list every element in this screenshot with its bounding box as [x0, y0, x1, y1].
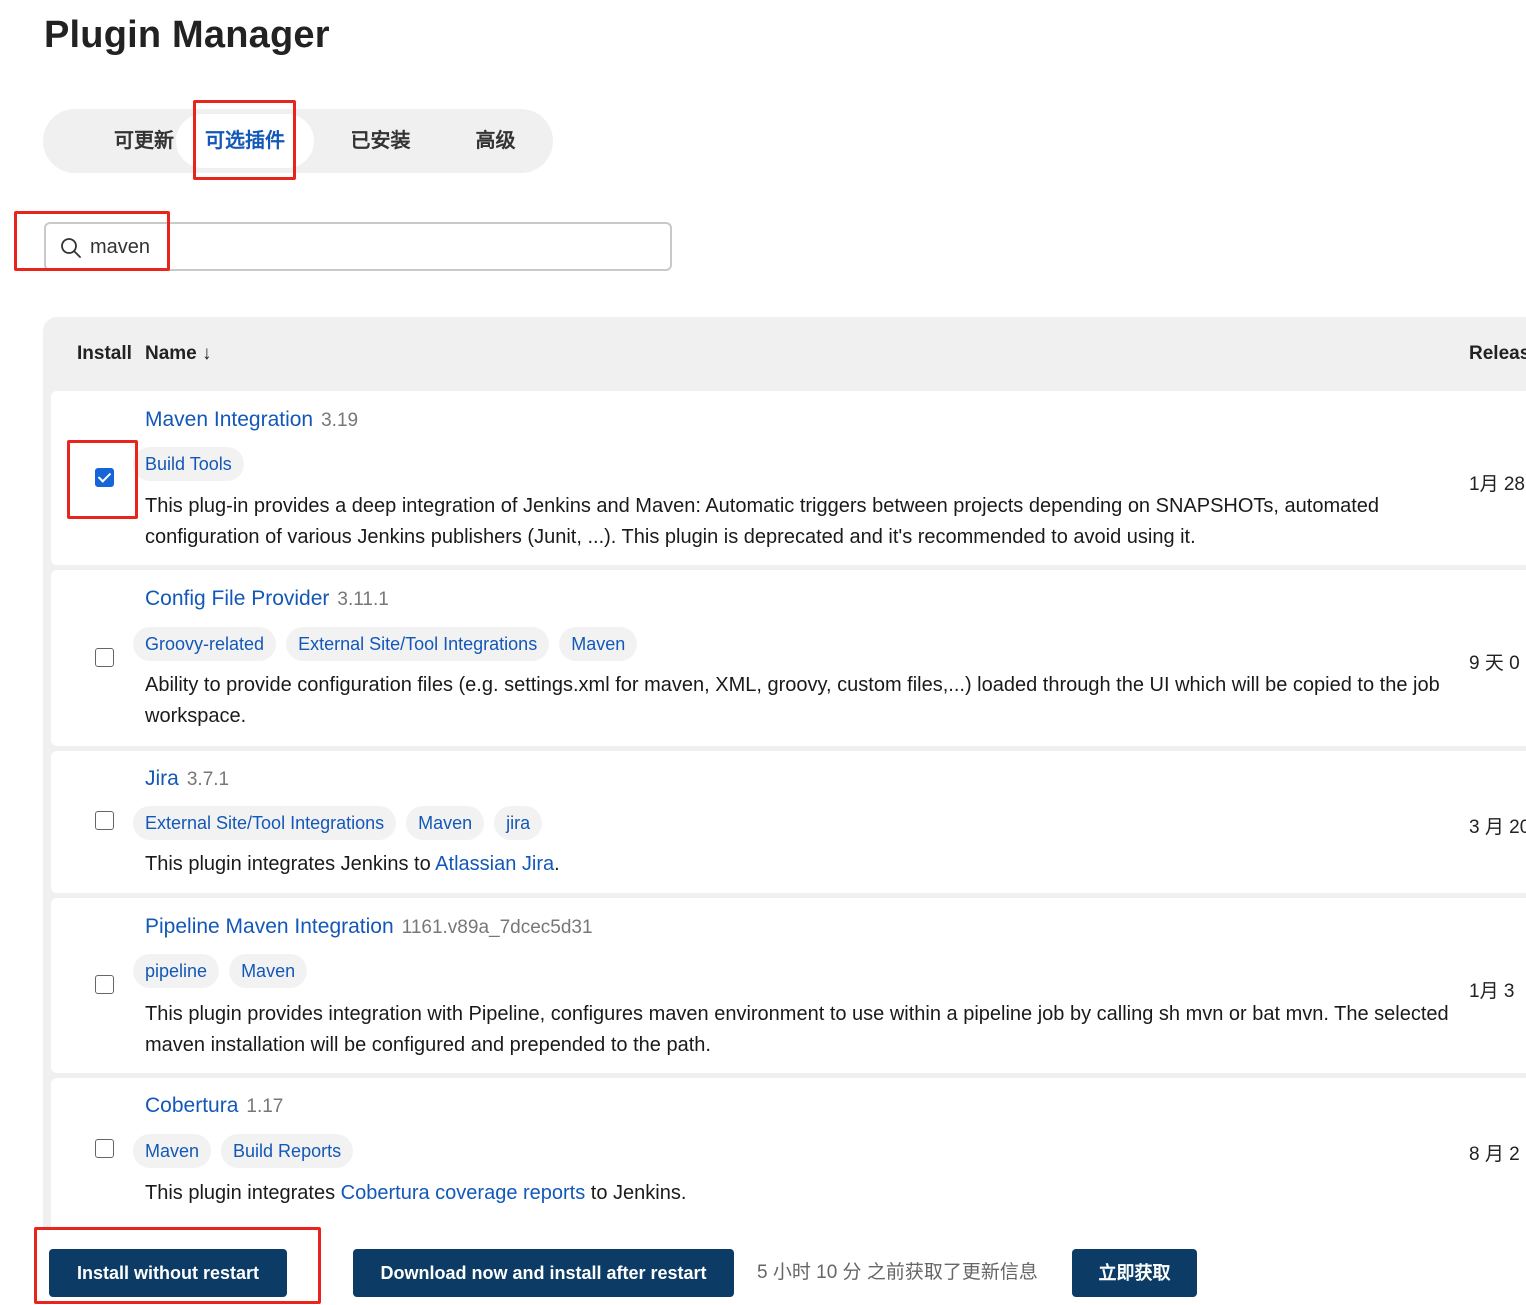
- tag-maven[interactable]: Maven: [406, 806, 485, 840]
- plugin-description: This plugin integrates Cobertura coverag…: [145, 1182, 687, 1204]
- download-install-after-restart-button[interactable]: Download now and install after restart: [353, 1249, 734, 1297]
- install-checkbox[interactable]: [95, 648, 114, 667]
- tab-advanced[interactable]: 高级: [448, 109, 543, 173]
- column-header-name[interactable]: Name ↓: [145, 343, 212, 365]
- install-checkbox[interactable]: [95, 468, 114, 487]
- plugin-name-link[interactable]: Cobertura 1.17: [145, 1094, 283, 1118]
- install-checkbox[interactable]: [95, 1139, 114, 1158]
- tag-jira[interactable]: jira: [494, 806, 543, 840]
- tag-maven[interactable]: Maven: [133, 1134, 212, 1168]
- plugin-description: This plug-in provides a deep integration…: [145, 495, 1380, 548]
- tag-groovy-related[interactable]: Groovy-related: [133, 627, 277, 661]
- tab-available-plugins[interactable]: 可选插件: [176, 114, 314, 168]
- tag-external-site-tool-integrations[interactable]: External Site/Tool Integrations: [133, 806, 397, 840]
- search-box: [44, 222, 672, 271]
- release-date: 1月 28: [1469, 474, 1525, 495]
- install-without-restart-button[interactable]: Install without restart: [49, 1249, 287, 1297]
- install-checkbox[interactable]: [95, 975, 114, 994]
- plugin-name-link[interactable]: Jira 3.7.1: [145, 767, 229, 791]
- tag-build-tools[interactable]: Build Tools: [133, 447, 244, 481]
- tag-pipeline[interactable]: pipeline: [133, 954, 220, 988]
- plugin-version: 3.19: [321, 410, 359, 431]
- tag-list: Build Tools: [133, 447, 244, 481]
- tag-maven[interactable]: Maven: [559, 627, 638, 661]
- tag-external-site-tool-integrations[interactable]: External Site/Tool Integrations: [286, 627, 550, 661]
- tag-list: pipeline Maven: [133, 954, 308, 988]
- search-icon: [61, 238, 81, 258]
- tab-installed[interactable]: 已安装: [323, 109, 438, 173]
- tag-list: Maven Build Reports: [133, 1134, 354, 1168]
- page-title: Plugin Manager: [44, 14, 330, 56]
- plugin-version: 3.7.1: [186, 769, 230, 790]
- table-row: Jira 3.7.1 External Site/Tool Integration…: [51, 751, 1526, 893]
- tab-bar: 可更新 可选插件 已安装 高级: [43, 109, 553, 173]
- column-header-install[interactable]: Install: [77, 343, 132, 365]
- release-date: 9 天 0: [1469, 653, 1520, 674]
- cobertura-coverage-reports-link[interactable]: Cobertura coverage reports: [341, 1182, 586, 1204]
- table-row: Pipeline Maven Integration 1161.v89a_7dce…: [51, 898, 1526, 1073]
- fetch-now-button[interactable]: 立即获取: [1072, 1249, 1197, 1297]
- plugin-version: 3.11.1: [337, 589, 389, 610]
- table-row: Config File Provider 3.11.1 Groovy-relate…: [51, 570, 1526, 746]
- plugin-description: This plugin integrates Jenkins to Atlass…: [145, 853, 560, 875]
- plugin-version: 1161.v89a_7dcec5d31: [401, 917, 593, 938]
- plugin-table: Install Name ↓ Releas Maven Integration 3…: [43, 317, 1526, 1257]
- search-input[interactable]: [90, 230, 650, 264]
- install-checkbox[interactable]: [95, 811, 114, 830]
- tag-build-reports[interactable]: Build Reports: [221, 1134, 354, 1168]
- update-info-text: 5 小时 10 分 之前获取了更新信息: [757, 1262, 1038, 1283]
- atlassian-jira-link[interactable]: Atlassian Jira: [435, 853, 554, 875]
- plugin-description: This plugin provides integration with Pi…: [145, 1003, 1449, 1056]
- plugin-name-link[interactable]: Maven Integration 3.19: [145, 408, 358, 432]
- tag-list: External Site/Tool Integrations Maven ji…: [133, 806, 543, 840]
- tag-maven[interactable]: Maven: [229, 954, 308, 988]
- plugin-name-link[interactable]: Config File Provider 3.11.1: [145, 587, 389, 611]
- release-date: 1月 3: [1469, 981, 1515, 1002]
- plugin-version: 1.17: [246, 1096, 284, 1117]
- plugin-description: Ability to provide configuration files (…: [145, 674, 1440, 727]
- tag-list: Groovy-related External Site/Tool Integr…: [133, 627, 638, 661]
- column-header-release[interactable]: Releas: [1469, 343, 1526, 365]
- release-date: 3 月 20: [1469, 817, 1526, 838]
- release-date: 8 月 2: [1469, 1144, 1520, 1165]
- table-row: Maven Integration 3.19 Build Tools This p…: [51, 391, 1526, 565]
- plugin-name-link[interactable]: Pipeline Maven Integration 1161.v89a_7dce…: [145, 915, 593, 939]
